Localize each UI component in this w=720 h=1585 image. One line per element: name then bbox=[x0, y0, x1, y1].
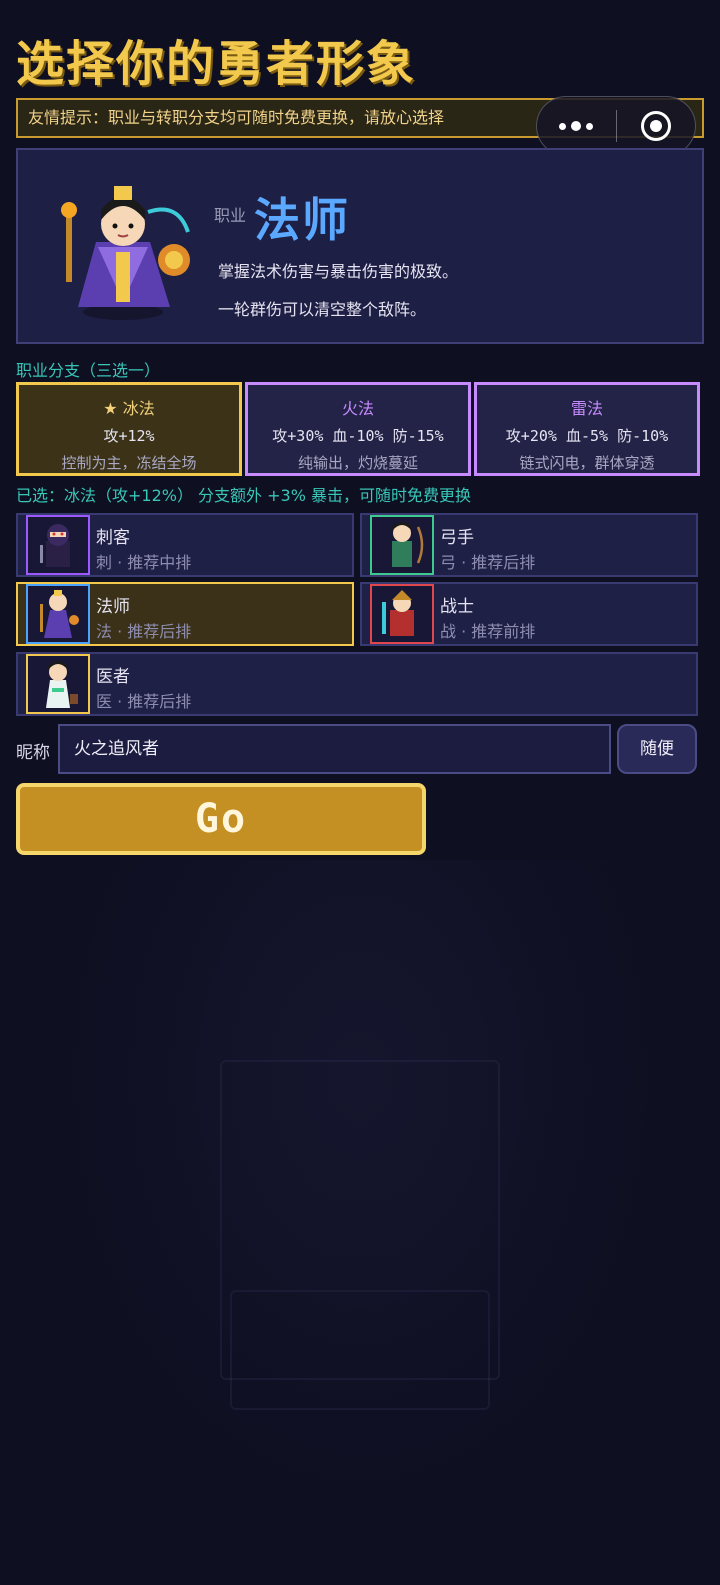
close-button[interactable] bbox=[617, 97, 696, 155]
branch-ice[interactable]: ★ 冰法 攻+12% 控制为主，冻结全场 bbox=[16, 382, 242, 476]
mini-program-capsule bbox=[536, 96, 696, 156]
more-dots-icon bbox=[559, 121, 594, 131]
job-card-warrior[interactable]: 战士 战 · 推荐前排 bbox=[360, 582, 698, 646]
job-meta: 刺 · 推荐中排 bbox=[96, 553, 192, 572]
job-meta: 弓 · 推荐后排 bbox=[440, 553, 536, 572]
branch-name: ★ 冰法 bbox=[103, 399, 155, 418]
hero-card: 职业 法师 掌握法术伤害与暴击伤害的极致。 一轮群伤可以清空整个敌阵。 bbox=[16, 148, 704, 344]
job-name: 法师 bbox=[96, 597, 130, 617]
job-card-mage[interactable]: 法师 法 · 推荐后排 bbox=[16, 582, 354, 646]
job-description-2: 一轮群伤可以清空整个敌阵。 bbox=[218, 300, 427, 319]
job-name: 弓手 bbox=[440, 528, 474, 548]
job-name: 刺客 bbox=[96, 528, 130, 548]
job-name: 战士 bbox=[440, 597, 474, 617]
job-card-archer[interactable]: 弓手 弓 · 推荐后排 bbox=[360, 513, 698, 577]
branch-thunder[interactable]: 雷法 攻+20% 血-5% 防-10% 链式闪电，群体穿透 bbox=[474, 382, 700, 476]
warrior-avatar-icon bbox=[370, 584, 434, 644]
job-card-healer[interactable]: 医者 医 · 推荐后排 bbox=[16, 652, 698, 716]
mage-avatar-icon bbox=[61, 186, 190, 320]
healer-avatar-icon bbox=[26, 654, 90, 714]
nickname-label: 昵称 bbox=[16, 743, 50, 763]
branch-desc: 控制为主，冻结全场 bbox=[61, 454, 197, 472]
branch-fire[interactable]: 火法 攻+30% 血-10% 防-15% 纯输出，灼烧蔓延 bbox=[245, 382, 471, 476]
go-button[interactable]: Go bbox=[16, 783, 426, 855]
branch-name: 雷法 bbox=[570, 399, 603, 418]
more-button[interactable] bbox=[537, 97, 616, 155]
job-description-1: 掌握法术伤害与暴击伤害的极致。 bbox=[218, 262, 459, 281]
mage-avatar-icon bbox=[26, 584, 90, 644]
job-meta: 医 · 推荐后排 bbox=[96, 692, 192, 711]
branch-stat: 攻+20% 血-5% 防-10% bbox=[505, 427, 669, 445]
branch-name: 火法 bbox=[341, 399, 374, 418]
random-nickname-button[interactable]: 随便 bbox=[617, 724, 697, 774]
job-name: 医者 bbox=[96, 667, 130, 687]
ghost-panel bbox=[230, 1290, 490, 1410]
job-name: 法师 bbox=[254, 193, 350, 247]
branch-section-label: 职业分支（三选一） bbox=[16, 361, 161, 380]
page-title: 选择你的勇者形象 bbox=[16, 36, 417, 92]
job-meta: 战 · 推荐前排 bbox=[440, 622, 536, 641]
archer-avatar-icon bbox=[370, 515, 434, 575]
ghost-panel bbox=[220, 1060, 500, 1380]
job-label: 职业 bbox=[214, 206, 247, 225]
background-decoration bbox=[0, 860, 720, 1585]
branch-desc: 纯输出，灼烧蔓延 bbox=[297, 454, 418, 472]
branch-desc: 链式闪电，群体穿透 bbox=[519, 454, 655, 472]
nickname-input[interactable]: 火之追风者 bbox=[58, 724, 611, 774]
assassin-avatar-icon bbox=[26, 515, 90, 575]
branch-stat: 攻+30% 血-10% 防-15% bbox=[272, 427, 444, 445]
job-meta: 法 · 推荐后排 bbox=[96, 622, 192, 641]
selected-branch-summary: 已选：冰法（攻+12%） 分支额外 +3% 暴击，可随时免费更换 bbox=[16, 486, 472, 505]
job-card-assassin[interactable]: 刺客 刺 · 推荐中排 bbox=[16, 513, 354, 577]
branch-stat: 攻+12% bbox=[103, 427, 155, 445]
target-circle-icon bbox=[640, 111, 671, 141]
